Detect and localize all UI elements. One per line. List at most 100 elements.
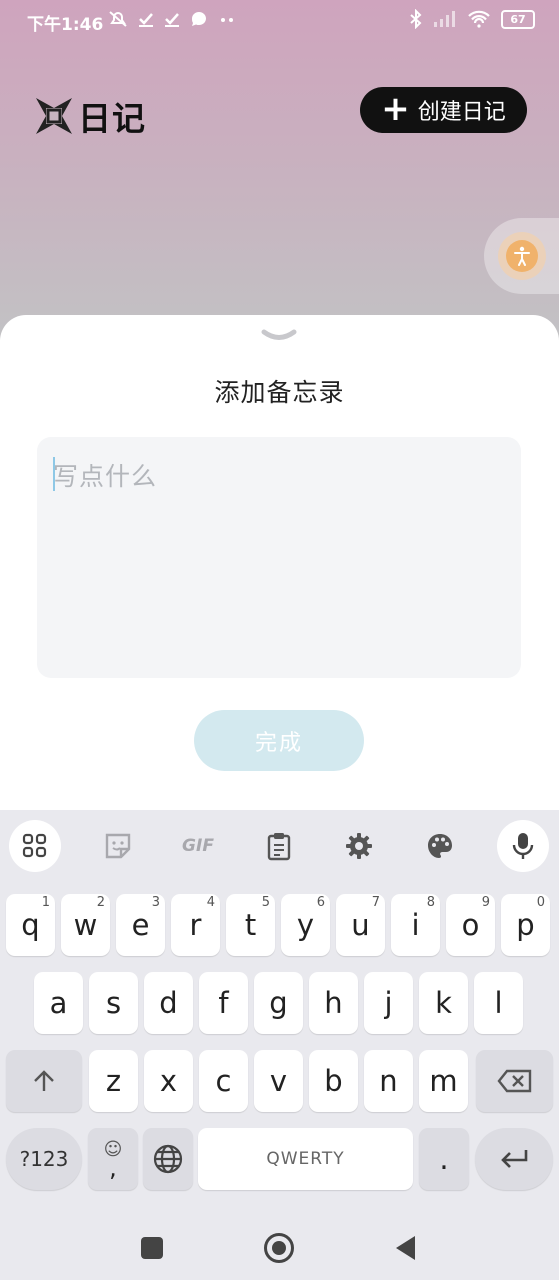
key-number-hint: 7	[371, 895, 380, 910]
language-key[interactable]	[143, 1128, 193, 1190]
enter-icon	[501, 1150, 528, 1168]
check-icon	[165, 13, 179, 27]
recents-button[interactable]	[132, 1228, 172, 1268]
shift-icon	[34, 1070, 54, 1091]
period-key[interactable]: .	[419, 1128, 469, 1190]
key-e[interactable]: e3	[116, 894, 165, 956]
navigation-bar	[0, 1220, 559, 1280]
wifi-icon	[468, 10, 490, 28]
home-button[interactable]	[259, 1228, 299, 1268]
app-logo: 日记	[34, 92, 146, 140]
key-label: u	[351, 908, 370, 942]
add-memo-sheet: 添加备忘录 写点什么 完成	[0, 315, 559, 815]
key-label: q	[21, 908, 40, 942]
key-d[interactable]: d	[144, 972, 193, 1034]
notification-icons	[108, 10, 236, 28]
key-label: w	[73, 908, 98, 942]
key-c[interactable]: c	[199, 1050, 248, 1112]
key-u[interactable]: u7	[336, 894, 385, 956]
sticker-icon[interactable]	[92, 820, 144, 872]
memo-input[interactable]: 写点什么	[37, 437, 521, 678]
create-diary-label: 创建日记	[417, 100, 506, 125]
key-label: r	[189, 908, 202, 942]
back-button[interactable]	[386, 1228, 426, 1268]
back-triangle-icon	[396, 1236, 415, 1260]
key-l[interactable]: l	[474, 972, 523, 1034]
palette-icon[interactable]	[414, 820, 466, 872]
key-label: i	[411, 908, 420, 942]
app-title: 日记	[78, 99, 146, 138]
key-r[interactable]: r4	[171, 894, 220, 956]
create-diary-button[interactable]: + 创建日记	[360, 87, 527, 133]
gif-icon[interactable]: GIF	[172, 820, 224, 872]
status-bar: 下午1:46 67	[0, 0, 559, 42]
key-t[interactable]: t5	[226, 894, 275, 956]
key-number-hint: 3	[151, 895, 160, 910]
key-j[interactable]: j	[364, 972, 413, 1034]
key-o[interactable]: o9	[446, 894, 495, 956]
key-q[interactable]: q1	[6, 894, 55, 956]
backspace-key[interactable]	[476, 1050, 553, 1112]
key-f[interactable]: f	[199, 972, 248, 1034]
app-background	[0, 0, 559, 340]
mute-icon	[109, 11, 127, 27]
key-number-hint: 8	[426, 895, 435, 910]
gif-label: GIF	[182, 836, 214, 856]
memo-placeholder: 写点什么	[53, 462, 158, 491]
emoji-comma-key[interactable]: ☺ ,	[88, 1128, 138, 1190]
chat-icon	[192, 12, 206, 26]
key-h[interactable]: h	[309, 972, 358, 1034]
shift-key[interactable]	[6, 1050, 82, 1112]
keyboard-toolbar: GIF	[0, 810, 559, 882]
keyboard: GIF q1w2e3r4t5y6u7i8o9p0 asdfghjkl zxcvb…	[0, 810, 559, 1220]
accessibility-button[interactable]	[484, 218, 559, 294]
accessibility-icon	[506, 240, 538, 272]
key-v[interactable]: v	[254, 1050, 303, 1112]
key-p[interactable]: p0	[501, 894, 550, 956]
key-n[interactable]: n	[364, 1050, 413, 1112]
key-y[interactable]: y6	[281, 894, 330, 956]
key-number-hint: 4	[206, 895, 215, 910]
key-k[interactable]: k	[419, 972, 468, 1034]
key-w[interactable]: w2	[61, 894, 110, 956]
status-time: 下午1:46	[27, 15, 104, 35]
key-i[interactable]: i8	[391, 894, 440, 956]
key-label: e	[131, 908, 150, 942]
enter-key[interactable]	[475, 1128, 553, 1190]
accessibility-ring	[498, 232, 546, 280]
mic-icon[interactable]	[497, 820, 549, 872]
key-number-hint: 5	[261, 895, 270, 910]
key-b[interactable]: b	[309, 1050, 358, 1112]
key-a[interactable]: a	[34, 972, 83, 1034]
clipboard-icon[interactable]	[253, 820, 305, 872]
space-key[interactable]: QWERTY	[198, 1128, 413, 1190]
key-number-hint: 0	[536, 895, 545, 910]
key-z[interactable]: z	[89, 1050, 138, 1112]
done-button[interactable]: 完成	[194, 710, 364, 771]
settings-icon[interactable]	[333, 820, 385, 872]
more-icon	[221, 18, 233, 22]
globe-icon	[153, 1144, 183, 1174]
key-s[interactable]: s	[89, 972, 138, 1034]
key-number-hint: 1	[41, 895, 50, 910]
key-x[interactable]: x	[144, 1050, 193, 1112]
square-icon	[141, 1237, 163, 1259]
key-g[interactable]: g	[254, 972, 303, 1034]
plus-icon: +	[381, 89, 410, 129]
key-number-hint: 2	[96, 895, 105, 910]
battery-icon: 67	[501, 9, 535, 29]
key-label: p	[516, 908, 535, 942]
comma-label: ,	[109, 1154, 117, 1182]
key-label: o	[461, 908, 480, 942]
symbols-key[interactable]: ?123	[6, 1128, 82, 1190]
text-caret	[53, 457, 55, 491]
collapse-handle-icon[interactable]	[261, 329, 297, 343]
key-label: t	[244, 908, 257, 942]
sheet-title: 添加备忘录	[214, 378, 345, 407]
apps-icon[interactable]	[9, 820, 61, 872]
check-icon	[139, 13, 153, 27]
backspace-icon	[496, 1069, 531, 1093]
key-label: y	[296, 908, 315, 942]
period-label: .	[439, 1142, 449, 1176]
key-m[interactable]: m	[419, 1050, 468, 1112]
